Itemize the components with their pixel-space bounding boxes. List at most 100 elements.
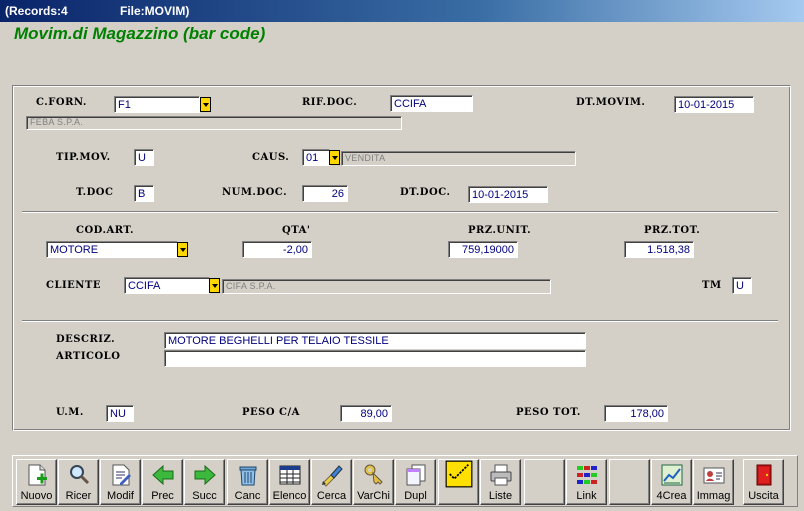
modif-label: Modif (107, 490, 134, 502)
um-label: U.M. (56, 407, 84, 418)
arrow-right-icon (194, 464, 216, 486)
codart-dropdown-button[interactable] (177, 242, 188, 257)
pesotot-input[interactable]: 178,00 (604, 405, 668, 422)
id-card-icon (703, 467, 725, 484)
nuovo-button[interactable]: Nuovo (16, 459, 57, 505)
page-title: Movim.di Magazzino (bar code) (14, 24, 266, 43)
pesoca-input[interactable]: 89,00 (340, 405, 392, 422)
varchi-label: VarChi (357, 490, 390, 502)
immag-button[interactable]: Immag (693, 459, 734, 505)
descriz-input-2[interactable] (164, 350, 586, 367)
magnifier-icon (70, 465, 90, 485)
rifdoc-input[interactable]: CCIFA (390, 95, 473, 112)
cerca-label: Cerca (316, 490, 347, 502)
arrow-left-icon (152, 464, 174, 486)
printer-icon (490, 464, 512, 486)
cforn-label: C.FORN. (36, 97, 87, 108)
codart-label: COD.ART. (76, 225, 134, 236)
separator-1 (22, 211, 778, 213)
exit-door-icon (756, 464, 772, 486)
immag-label: Immag (696, 490, 731, 502)
cliente-input[interactable]: CCIFA (124, 277, 210, 294)
elenco-button[interactable]: Elenco (269, 459, 310, 505)
liste-button[interactable]: Liste (480, 459, 521, 505)
cliente-dropdown-button[interactable] (209, 278, 220, 293)
cliente-label: CLIENTE (46, 280, 101, 291)
succ-label: Succ (192, 490, 217, 502)
cforn-dropdown-button[interactable] (200, 97, 211, 112)
dtdoc-label: DT.DOC. (400, 187, 451, 198)
dtdoc-input[interactable]: 10-01-2015 (468, 186, 548, 203)
caus-dropdown-button[interactable] (329, 150, 340, 165)
file-name: File:MOVIM) (120, 4, 190, 18)
tipmov-label: TIP.MOV. (56, 152, 111, 163)
tm-label: TM (702, 280, 722, 291)
cforn-description: FEBA S.P.A. (26, 116, 402, 130)
przunit-label: PRZ.UNIT. (468, 225, 532, 236)
varchi-button[interactable]: VarChi (353, 459, 394, 505)
rifdoc-label: RIF.DOC. (302, 97, 358, 108)
chart-create-icon (661, 464, 683, 486)
uscita-button[interactable]: Uscita (743, 459, 784, 505)
descriz-label: DESCRIZ. (56, 334, 116, 345)
codart-input[interactable]: MOTORE (46, 241, 178, 258)
prec-label: Prec (151, 490, 174, 502)
nuovo-label: Nuovo (20, 490, 53, 502)
codart-combo[interactable]: MOTORE (46, 241, 190, 258)
tdoc-input[interactable]: B (134, 185, 154, 202)
elenco-label: Elenco (272, 490, 307, 502)
pesotot-label: PESO TOT. (516, 407, 581, 418)
search-brush-icon (322, 465, 343, 487)
cliente-combo[interactable]: CCIFA (124, 277, 222, 294)
grid-link-icon (577, 466, 597, 484)
numdoc-input[interactable]: 26 (302, 185, 348, 202)
numdoc-label: NUM.DOC. (222, 187, 288, 198)
empty-button-1[interactable] (524, 459, 565, 505)
cforn-combo[interactable]: F1 (114, 96, 212, 113)
4crea-button[interactable]: 4Crea (651, 459, 692, 505)
new-document-icon (28, 464, 47, 486)
empty-button-2[interactable] (609, 459, 650, 505)
records-count: (Records:4 (5, 4, 68, 18)
tipmov-input[interactable]: U (134, 149, 154, 166)
qta-label: QTA' (282, 225, 311, 236)
liste-label: Liste (488, 490, 513, 502)
descriz-input-1[interactable]: MOTORE BEGHELLI PER TELAIO TESSILE (164, 332, 586, 349)
link-button[interactable]: Link (566, 459, 607, 505)
keys-icon (364, 464, 383, 485)
bottom-toolbar: Nuovo Ricer Modif Prec Succ Canc Elenco … (12, 455, 798, 507)
checklist-icon (445, 460, 473, 488)
4crea-label: 4Crea (656, 490, 687, 502)
copy-icon (406, 464, 426, 486)
ricer-button[interactable]: Ricer (58, 459, 99, 505)
canc-label: Canc (234, 490, 261, 502)
dtmovim-label: DT.MOVIM. (576, 97, 646, 108)
przunit-input[interactable]: 759,19000 (448, 241, 518, 258)
przto-label: PRZ.TOT. (644, 225, 701, 236)
caus-combo[interactable]: 01 (302, 149, 342, 166)
table-icon (279, 465, 301, 485)
checklist-button[interactable] (438, 459, 479, 505)
tm-input[interactable]: U (732, 277, 752, 294)
cforn-input[interactable]: F1 (114, 96, 200, 113)
trash-icon (239, 466, 257, 486)
succ-button[interactable]: Succ (184, 459, 225, 505)
qta-input[interactable]: -2,00 (242, 241, 312, 258)
dupl-button[interactable]: Dupl (395, 459, 436, 505)
dtmovim-input[interactable]: 10-01-2015 (674, 96, 754, 113)
link-label: Link (576, 490, 597, 502)
prec-button[interactable]: Prec (142, 459, 183, 505)
edit-document-icon (112, 464, 131, 486)
modif-button[interactable]: Modif (100, 459, 141, 505)
cerca-button[interactable]: Cerca (311, 459, 352, 505)
tdoc-label: T.DOC (76, 187, 114, 198)
caus-input[interactable]: 01 (302, 149, 330, 166)
articolo-label: ARTICOLO (56, 351, 121, 362)
caus-label: CAUS. (252, 152, 290, 163)
canc-button[interactable]: Canc (227, 459, 268, 505)
przto-input[interactable]: 1.518,38 (624, 241, 694, 258)
um-input[interactable]: NU (106, 405, 134, 422)
separator-2 (22, 320, 778, 322)
form-panel (12, 85, 791, 431)
dupl-label: Dupl (404, 490, 427, 502)
